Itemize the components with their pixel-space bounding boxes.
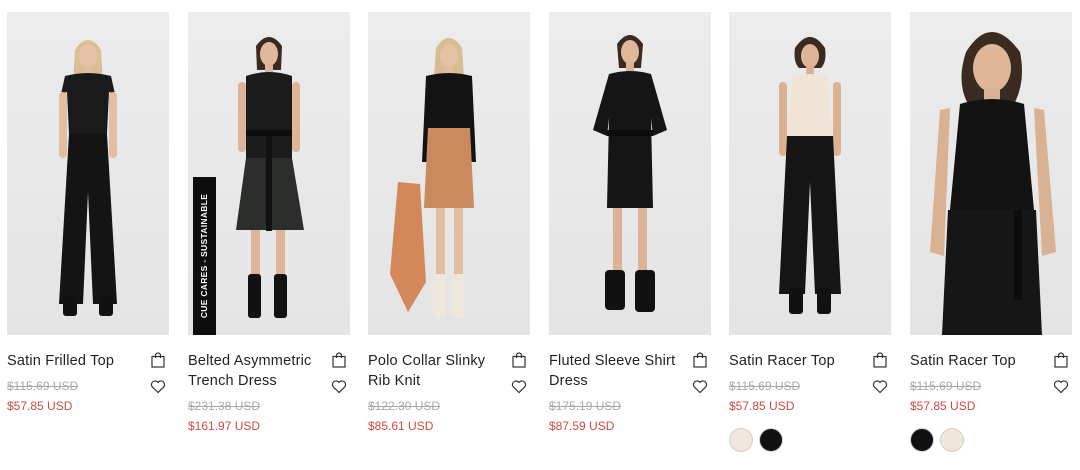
shopping-bag-icon[interactable] [873, 352, 887, 368]
original-price: $115.69 USD [7, 379, 79, 393]
wishlist-heart-icon[interactable] [331, 379, 347, 394]
color-swatches [910, 428, 1072, 452]
product-name[interactable]: Satin Frilled Top [7, 351, 139, 371]
color-swatch-ivory[interactable] [729, 428, 753, 452]
color-swatch-black[interactable] [910, 428, 934, 452]
sale-price: $57.85 USD [729, 399, 795, 413]
product-card[interactable]: Polo Collar Slinky Rib Knit $122.30 USD … [368, 12, 530, 453]
wishlist-heart-icon[interactable] [511, 379, 527, 394]
shopping-bag-icon[interactable] [693, 352, 707, 368]
wishlist-heart-icon[interactable] [692, 379, 708, 394]
shopping-bag-icon[interactable] [151, 352, 165, 368]
color-swatch-black[interactable] [759, 428, 783, 452]
sustainable-badge: CUE CARES - SUSTAINABLE [193, 177, 216, 335]
wishlist-heart-icon[interactable] [872, 379, 888, 394]
product-card[interactable]: Fluted Sleeve Shirt Dress $175.19 USD $8… [549, 12, 711, 453]
product-card[interactable]: Satin Racer Top $115.69 USD $57.85 USD [910, 12, 1072, 453]
color-swatch-ivory[interactable] [940, 428, 964, 452]
product-image[interactable] [729, 12, 891, 335]
product-grid: Satin Frilled Top $115.69 USD $57.85 USD [0, 0, 1080, 470]
original-price: $231.38 USD [188, 399, 261, 413]
product-card[interactable]: Satin Frilled Top $115.69 USD $57.85 USD [7, 12, 169, 453]
product-image[interactable] [549, 12, 711, 335]
sale-price: $85.61 USD [368, 419, 434, 433]
product-card[interactable]: CUE CARES - SUSTAINABLE Belted Asymmetri… [188, 12, 350, 453]
shopping-bag-icon[interactable] [1054, 352, 1068, 368]
wishlist-heart-icon[interactable] [150, 379, 166, 394]
original-price: $115.69 USD [910, 379, 982, 393]
product-name[interactable]: Belted Asymmetric Trench Dress [188, 351, 320, 391]
product-image[interactable] [368, 12, 530, 335]
product-name[interactable]: Fluted Sleeve Shirt Dress [549, 351, 681, 391]
color-swatches [729, 428, 891, 452]
sale-price: $57.85 USD [910, 399, 976, 413]
original-price: $115.69 USD [729, 379, 801, 393]
original-price: $122.30 USD [368, 399, 441, 413]
shopping-bag-icon[interactable] [512, 352, 526, 368]
original-price: $175.19 USD [549, 399, 622, 413]
product-card[interactable]: Satin Racer Top $115.69 USD $57.85 USD [729, 12, 891, 453]
product-name[interactable]: Satin Racer Top [910, 351, 1042, 371]
product-image[interactable] [7, 12, 169, 335]
sustainable-badge-label: CUE CARES - SUSTAINABLE [199, 193, 210, 319]
product-name[interactable]: Satin Racer Top [729, 351, 861, 371]
sale-price: $87.59 USD [549, 419, 615, 433]
product-image[interactable]: CUE CARES - SUSTAINABLE [188, 12, 350, 335]
sale-price: $161.97 USD [188, 419, 261, 433]
shopping-bag-icon[interactable] [332, 352, 346, 368]
product-name[interactable]: Polo Collar Slinky Rib Knit [368, 351, 500, 391]
sale-price: $57.85 USD [7, 399, 73, 413]
wishlist-heart-icon[interactable] [1053, 379, 1069, 394]
product-image[interactable] [910, 12, 1072, 335]
